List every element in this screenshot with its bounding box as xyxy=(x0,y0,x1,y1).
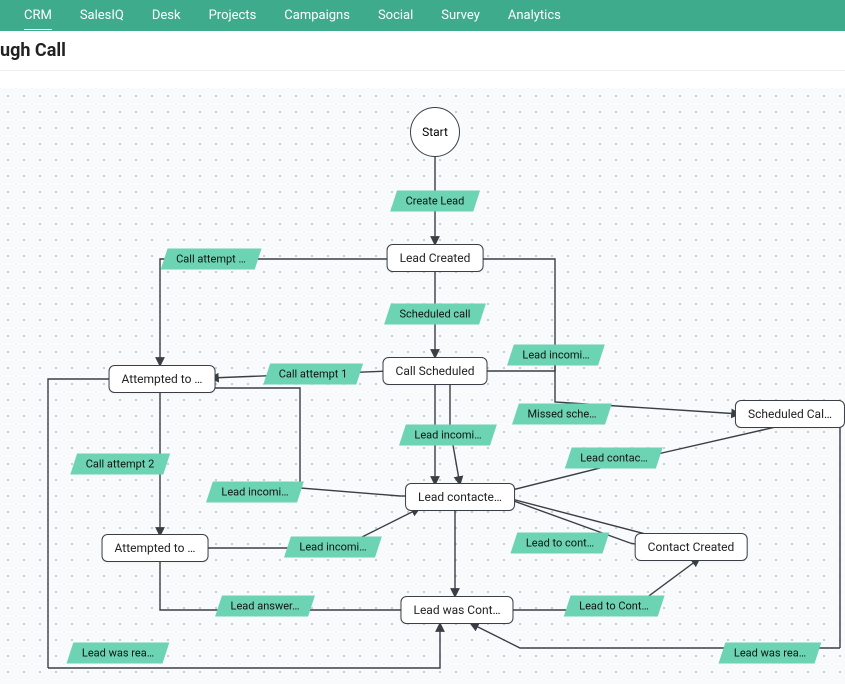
start-label: Start xyxy=(422,125,448,139)
edge-call-attempt-1[interactable]: Call attempt 1 xyxy=(263,364,362,385)
nav-campaigns[interactable]: Campaigns xyxy=(270,2,364,29)
node-contact-created[interactable]: Contact Created xyxy=(635,533,748,561)
edge-lead-answer[interactable]: Lead answer… xyxy=(215,596,315,617)
edge-create-lead[interactable]: Create Lead xyxy=(390,191,480,212)
start-node[interactable]: Start xyxy=(410,107,460,157)
edge-lead-incoming-1[interactable]: Lead incomi… xyxy=(507,345,605,366)
edge-lead-was-rea-r[interactable]: Lead was rea… xyxy=(719,643,822,664)
edge-lead-incoming-4[interactable]: Lead incomi… xyxy=(284,537,382,558)
nav-salesiq[interactable]: SalesIQ xyxy=(66,2,138,29)
edge-lead-incoming-2[interactable]: Lead incomi… xyxy=(399,425,497,446)
nav-projects[interactable]: Projects xyxy=(195,2,271,29)
edge-call-attempt-top[interactable]: Call attempt … xyxy=(161,249,262,270)
page-title-bar: ugh Call xyxy=(0,31,845,71)
node-call-scheduled[interactable]: Call Scheduled xyxy=(383,357,488,385)
flow-canvas[interactable]: Start Lead Created Call Scheduled Attemp… xyxy=(0,88,845,684)
page-title: ugh Call xyxy=(0,40,66,61)
nav-analytics[interactable]: Analytics xyxy=(494,2,575,29)
edge-lead-incoming-3[interactable]: Lead incomi… xyxy=(206,482,304,503)
node-attempted-1[interactable]: Attempted to … xyxy=(109,365,216,393)
edge-scheduled-call[interactable]: Scheduled call xyxy=(384,304,486,325)
nav-crm[interactable]: CRM xyxy=(10,2,66,29)
nav-desk[interactable]: Desk xyxy=(138,2,195,29)
edge-lead-to-cont-2[interactable]: Lead to Cont… xyxy=(564,596,664,617)
nav-survey[interactable]: Survey xyxy=(427,2,494,29)
edge-call-attempt-2[interactable]: Call attempt 2 xyxy=(70,454,169,475)
node-scheduled-call[interactable]: Scheduled Cal… xyxy=(735,400,845,428)
top-nav: CRM SalesIQ Desk Projects Campaigns Soci… xyxy=(0,0,845,31)
node-lead-contacted[interactable]: Lead contacte… xyxy=(405,483,515,511)
edge-lead-contac[interactable]: Lead contac… xyxy=(565,448,663,469)
node-lead-created[interactable]: Lead Created xyxy=(387,244,484,272)
nav-social[interactable]: Social xyxy=(364,2,427,29)
edge-lead-to-cont-1[interactable]: Lead to cont… xyxy=(510,533,609,554)
node-lead-was-cont[interactable]: Lead was Cont… xyxy=(400,596,513,624)
edge-missed-sched[interactable]: Missed sche… xyxy=(512,404,612,425)
edge-lead-was-rea-l[interactable]: Lead was rea… xyxy=(67,643,170,664)
node-attempted-2[interactable]: Attempted to … xyxy=(102,534,209,562)
